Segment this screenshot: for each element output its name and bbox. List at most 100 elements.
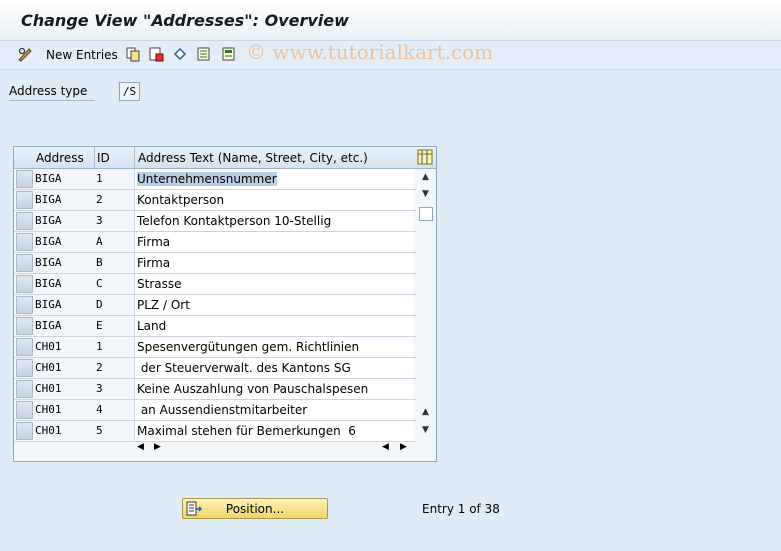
- row-selector[interactable]: [16, 212, 33, 230]
- id-cell: A: [96, 235, 103, 248]
- address-cell: BIGA: [35, 319, 62, 332]
- position-button-label: Position...: [225, 502, 285, 516]
- address-cell: BIGA: [35, 172, 62, 185]
- address-type-field[interactable]: /S: [119, 82, 140, 101]
- table-row[interactable]: CH01 4 an Aussendienstmitarbeiter: [14, 400, 416, 421]
- row-selector[interactable]: [16, 275, 33, 293]
- address-text-value: Spesenvergütungen gem. Richtlinien: [137, 340, 360, 354]
- row-selector[interactable]: [16, 380, 33, 398]
- horizontal-scrollbar[interactable]: ◀ ▶ ◀ ▶: [134, 441, 416, 457]
- address-cell: BIGA: [35, 277, 62, 290]
- table-row[interactable]: BIGA 3 Telefon Kontaktperson 10-Stellig: [14, 211, 416, 232]
- undo-icon[interactable]: [172, 46, 188, 62]
- column-header-text[interactable]: Address Text (Name, Street, City, etc.): [138, 151, 368, 165]
- address-text-value: Keine Auszahlung von Pauschalspesen: [137, 382, 369, 396]
- deselect-icon[interactable]: [221, 46, 237, 62]
- column-header-address[interactable]: Address: [36, 151, 84, 165]
- row-selector[interactable]: [16, 422, 33, 440]
- title-bar: Change View "Addresses": Overview: [0, 0, 781, 41]
- address-text-value: Strasse: [137, 277, 182, 291]
- scroll-right-icon[interactable]: ▶: [154, 442, 161, 452]
- address-text-value: Firma: [137, 235, 171, 249]
- vertical-scrollbar[interactable]: ▲ ▼ ▲ ▼: [417, 169, 434, 439]
- scroll-end-right-icon[interactable]: ▶: [400, 442, 407, 452]
- address-text-cell[interactable]: Firma: [134, 232, 414, 252]
- row-selector[interactable]: [16, 338, 33, 356]
- address-cell: BIGA: [35, 298, 62, 311]
- address-text-value: Maximal stehen für Bemerkungen 6: [137, 424, 356, 438]
- table-row[interactable]: BIGA 2 Kontaktperson: [14, 190, 416, 211]
- address-text-cell[interactable]: Keine Auszahlung von Pauschalspesen: [134, 379, 414, 399]
- row-selector[interactable]: [16, 254, 33, 272]
- address-cell: CH01: [35, 340, 62, 353]
- address-text-cell[interactable]: Kontaktperson: [134, 190, 414, 210]
- address-cell: BIGA: [35, 214, 62, 227]
- pencil-glasses-icon[interactable]: [17, 46, 33, 62]
- table-row[interactable]: CH01 2 der Steuerverwalt. des Kantons SG: [14, 358, 416, 379]
- address-text-value: Firma: [137, 256, 171, 270]
- table-header: Address ID Address Text (Name, Street, C…: [14, 147, 436, 169]
- table-row[interactable]: CH01 1 Spesenvergütungen gem. Richtlinien: [14, 337, 416, 358]
- address-text-cell[interactable]: Land: [134, 316, 414, 336]
- page-title: Change View "Addresses": Overview: [21, 11, 349, 30]
- id-cell: 1: [96, 172, 103, 185]
- scroll-left-icon[interactable]: ◀: [137, 442, 144, 452]
- address-text-cell[interactable]: Telefon Kontaktperson 10-Stellig: [134, 211, 414, 231]
- address-text-value: Telefon Kontaktperson 10-Stellig: [137, 214, 332, 228]
- table-row[interactable]: CH01 3 Keine Auszahlung von Pauschalspesen: [14, 379, 416, 400]
- address-cell: BIGA: [35, 235, 62, 248]
- table-row[interactable]: BIGA A Firma: [14, 232, 416, 253]
- address-text-cell[interactable]: der Steuerverwalt. des Kantons SG: [134, 358, 414, 378]
- id-cell: 4: [96, 403, 103, 416]
- scroll-end-left-icon[interactable]: ◀: [382, 442, 389, 452]
- id-cell: 2: [96, 361, 103, 374]
- table-settings-icon[interactable]: [417, 149, 433, 165]
- address-cell: BIGA: [35, 256, 62, 269]
- address-text-cell[interactable]: Strasse: [134, 274, 414, 294]
- address-cell: CH01: [35, 403, 62, 416]
- row-selector[interactable]: [16, 191, 33, 209]
- id-cell: B: [96, 256, 103, 269]
- row-selector[interactable]: [16, 401, 33, 419]
- address-cell: CH01: [35, 424, 62, 437]
- id-cell: E: [96, 319, 103, 332]
- id-cell: 2: [96, 193, 103, 206]
- row-selector[interactable]: [16, 296, 33, 314]
- address-text-cell[interactable]: Unternehmensnummer: [134, 169, 414, 189]
- scroll-up-icon[interactable]: ▲: [417, 172, 434, 182]
- scroll-down-icon[interactable]: ▼: [417, 189, 434, 199]
- address-text-value: Kontaktperson: [137, 193, 225, 207]
- address-text-cell[interactable]: an Aussendienstmitarbeiter: [134, 400, 414, 420]
- row-selector[interactable]: [16, 170, 33, 188]
- new-entries-button[interactable]: New Entries: [46, 48, 118, 62]
- select-all-icon[interactable]: [196, 46, 212, 62]
- row-selector[interactable]: [16, 233, 33, 251]
- address-text-cell[interactable]: Firma: [134, 253, 414, 273]
- address-text-cell[interactable]: Maximal stehen für Bemerkungen 6: [134, 421, 414, 441]
- table-row[interactable]: BIGA E Land: [14, 316, 416, 337]
- table-row[interactable]: BIGA C Strasse: [14, 274, 416, 295]
- address-type-label: Address type: [9, 84, 95, 101]
- address-text-cell[interactable]: PLZ / Ort: [134, 295, 414, 315]
- scroll-page-up-icon[interactable]: ▲: [417, 407, 434, 417]
- address-cell: CH01: [35, 382, 62, 395]
- position-button[interactable]: Position...: [182, 498, 328, 519]
- delete-icon[interactable]: [148, 46, 164, 62]
- id-cell: C: [96, 277, 103, 290]
- address-cell: BIGA: [35, 193, 62, 206]
- table-row[interactable]: BIGA B Firma: [14, 253, 416, 274]
- row-selector[interactable]: [16, 317, 33, 335]
- scroll-thumb[interactable]: [419, 207, 433, 221]
- column-header-id[interactable]: ID: [97, 151, 110, 165]
- id-cell: 3: [96, 214, 103, 227]
- table-row[interactable]: CH01 5 Maximal stehen für Bemerkungen 6: [14, 421, 416, 442]
- row-selector[interactable]: [16, 359, 33, 377]
- table-row[interactable]: BIGA D PLZ / Ort: [14, 295, 416, 316]
- scroll-page-down-icon[interactable]: ▼: [417, 425, 434, 435]
- copy-icon[interactable]: [125, 46, 141, 62]
- address-text-cell[interactable]: Spesenvergütungen gem. Richtlinien: [134, 337, 414, 357]
- table-row[interactable]: BIGA 1 Unternehmensnummer: [14, 169, 416, 190]
- addresses-table: Address ID Address Text (Name, Street, C…: [13, 146, 437, 462]
- address-text-value: an Aussendienstmitarbeiter: [137, 403, 308, 417]
- address-text-value: Land: [137, 319, 167, 333]
